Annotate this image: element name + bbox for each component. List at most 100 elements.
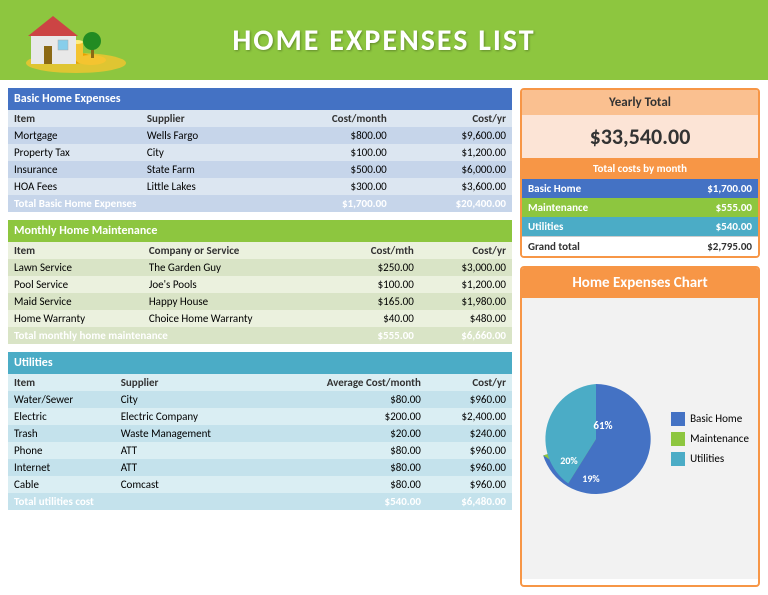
legend-maint-label: Maintenance [690,432,749,445]
cell: Lawn Service [8,259,143,276]
maintenance-header: Monthly Home Maintenance [8,220,512,242]
costs-basic-row: Basic Home $1,700.00 [522,179,758,198]
costs-maint-value: $555.00 [654,198,758,217]
maintenance-section: Monthly Home Maintenance Item Company or… [8,220,512,344]
util-total-row: Total utilities cost $540.00 $6,480.00 [8,493,512,510]
maint-total-yr: $6,660.00 [420,327,512,344]
legend-maint: Maintenance [671,432,749,446]
cell: $80.00 [268,459,427,476]
yearly-total-box: Yearly Total $33,540.00 Total costs by m… [520,88,760,258]
cell: Water/Sewer [8,391,115,408]
maint-total-month: $555.00 [330,327,419,344]
basic-total-month: $1,700.00 [265,195,393,212]
cell: State Farm [141,161,265,178]
maint-total-row: Total monthly home maintenance $555.00 $… [8,327,512,344]
cell: $3,600.00 [393,178,512,195]
table-row: Property Tax City $100.00 $1,200.00 [8,144,512,161]
cell: $500.00 [265,161,393,178]
cell: $100.00 [330,276,419,293]
cell: Comcast [115,476,268,493]
table-row: Cable Comcast $80.00 $960.00 [8,476,512,493]
cell: Little Lakes [141,178,265,195]
maint-col-yr: Cost/yr [420,242,512,259]
costs-basic-label: Basic Home [522,179,654,198]
costs-util-label: Utilities [522,217,654,237]
legend-maint-color [671,432,685,446]
basic-total-label: Total Basic Home Expenses [8,195,265,212]
util-col-header: Item Supplier Average Cost/month Cost/yr [8,374,512,391]
pie-chart: 61% 20% 19% [531,374,661,504]
costs-util-row: Utilities $540.00 [522,217,758,237]
cell: Phone [8,442,115,459]
cell: Insurance [8,161,141,178]
cell: $6,000.00 [393,161,512,178]
legend-basic-color [671,412,685,426]
table-row: Home Warranty Choice Home Warranty $40.0… [8,310,512,327]
svg-text:20%: 20% [560,454,578,467]
util-col-yr: Cost/yr [427,374,512,391]
cell: Happy House [143,293,331,310]
cell: $300.00 [265,178,393,195]
table-row: Maid Service Happy House $165.00 $1,980.… [8,293,512,310]
table-row: HOA Fees Little Lakes $300.00 $3,600.00 [8,178,512,195]
table-row: Lawn Service The Garden Guy $250.00 $3,0… [8,259,512,276]
cell: $960.00 [427,391,512,408]
cell: ATT [115,459,268,476]
cell: $2,400.00 [427,408,512,425]
costs-maint-row: Maintenance $555.00 [522,198,758,217]
chart-box: Home Expenses Chart 61% 20% [520,266,760,587]
chart-title: Home Expenses Chart [522,268,758,298]
cell: $80.00 [268,476,427,493]
utilities-header: Utilities [8,352,512,374]
cell: Property Tax [8,144,141,161]
maintenance-table: Item Company or Service Cost/mth Cost/yr… [8,242,512,344]
table-row: Trash Waste Management $20.00 $240.00 [8,425,512,442]
yearly-title: Yearly Total [522,90,758,115]
costs-basic-value: $1,700.00 [654,179,758,198]
basic-col-month: Cost/month [265,110,393,127]
legend-util-color [671,452,685,466]
cell: Internet [8,459,115,476]
pie-chart-svg: 61% 20% 19% [531,374,661,504]
costs-grand-row: Grand total $2,795.00 [522,237,758,257]
right-column: Yearly Total $33,540.00 Total costs by m… [520,88,760,587]
basic-home-header: Basic Home Expenses [8,88,512,110]
cell: $960.00 [427,442,512,459]
basic-home-section: Basic Home Expenses Item Supplier Cost/m… [8,88,512,212]
cell: Waste Management [115,425,268,442]
cell: $80.00 [268,391,427,408]
maint-total-label: Total monthly home maintenance [8,327,330,344]
yearly-subtitle: Total costs by month [522,158,758,179]
cell: $960.00 [427,459,512,476]
basic-home-table: Item Supplier Cost/month Cost/yr Mortgag… [8,110,512,212]
chart-area: 61% 20% 19% Basic Home Maintenance [522,298,758,579]
table-row: Internet ATT $80.00 $960.00 [8,459,512,476]
basic-col-header: Item Supplier Cost/month Cost/yr [8,110,512,127]
costs-maint-label: Maintenance [522,198,654,217]
cell: $1,980.00 [420,293,512,310]
legend-util: Utilities [671,452,749,466]
util-total-label: Total utilities cost [8,493,268,510]
cell: $1,200.00 [393,144,512,161]
cell: $250.00 [330,259,419,276]
cell: $480.00 [420,310,512,327]
maint-col-item: Item [8,242,143,259]
cell: Electric Company [115,408,268,425]
svg-text:19%: 19% [582,472,600,485]
table-row: Mortgage Wells Fargo $800.00 $9,600.00 [8,127,512,144]
cell: $1,200.00 [420,276,512,293]
costs-by-month-table: Basic Home $1,700.00 Maintenance $555.00… [522,179,758,256]
basic-col-supplier: Supplier [141,110,265,127]
cell: Joe's Pools [143,276,331,293]
basic-total-yr: $20,400.00 [393,195,512,212]
util-total-yr: $6,480.00 [427,493,512,510]
header: HOME EXPENSES LIST [0,0,768,80]
cell: $800.00 [265,127,393,144]
table-row: Insurance State Farm $500.00 $6,000.00 [8,161,512,178]
cell: The Garden Guy [143,259,331,276]
cell: Choice Home Warranty [143,310,331,327]
cell: $100.00 [265,144,393,161]
util-col-supplier: Supplier [115,374,268,391]
cell: Home Warranty [8,310,143,327]
cell: $40.00 [330,310,419,327]
